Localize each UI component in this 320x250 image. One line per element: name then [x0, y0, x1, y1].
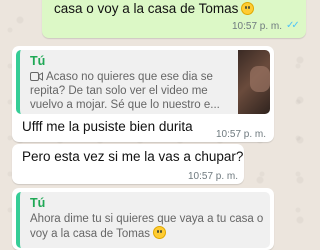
double-check-icon: ✓✓ — [286, 20, 300, 31]
quote-line: voy a la casa de Tomas — [30, 226, 166, 241]
smiling-face-icon — [152, 226, 166, 239]
message-text: casa o voy a la casa de Tomas — [54, 0, 255, 17]
message-time: 10:57 p. m. — [216, 129, 267, 140]
quote-line: Acaso no quieres que ese dia se — [46, 71, 213, 83]
quote-line: Ahora dime tu si quieres que vaya a tu c… — [30, 213, 264, 225]
message-text: Pero esta vez si me la vas a chupar? — [22, 149, 244, 164]
quote-author: Tú — [30, 54, 46, 68]
video-camera-icon — [30, 72, 43, 81]
quote-line: vuelvo a mojar. Sé que lo nuestro e... — [30, 99, 220, 111]
video-thumbnail[interactable] — [238, 50, 270, 114]
quoted-message[interactable]: Tú Acaso no quieres que ese dia se repit… — [16, 50, 270, 114]
incoming-message[interactable]: Tú Acaso no quieres que ese dia se repit… — [12, 46, 274, 142]
smiling-face-icon — [241, 2, 255, 15]
quote-author: Tú — [30, 196, 46, 210]
quote-line: repita? De tan solo ver el video me — [30, 85, 208, 97]
outgoing-message[interactable]: casa o voy a la casa de Tomas 10:57 p. m… — [42, 0, 306, 38]
message-time: 10:57 p. m. — [232, 21, 283, 32]
message-time: 10:57 p. m. — [188, 171, 239, 182]
incoming-message[interactable]: Pero esta vez si me la vas a chupar? 10:… — [12, 144, 244, 184]
message-text: Ufff me la pusiste bien durita — [22, 119, 193, 134]
incoming-message[interactable]: Tú Ahora dime tu si quieres que vaya a t… — [12, 188, 274, 250]
